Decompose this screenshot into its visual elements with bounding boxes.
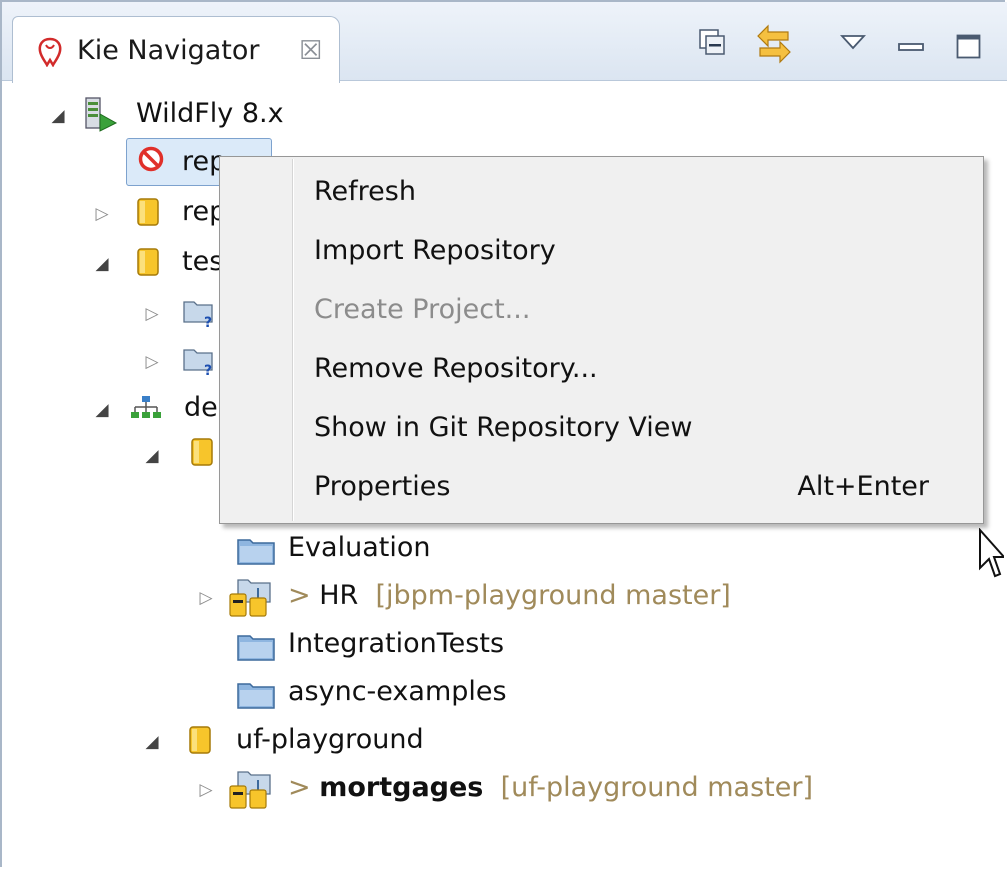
- label-spacer: [358, 580, 375, 611]
- collapsed-arrow-icon[interactable]: ▷: [196, 780, 216, 800]
- tree-item-evaluation[interactable]: Evaluation: [0, 526, 500, 574]
- menu-item-import-repository[interactable]: Import Repository: [222, 222, 979, 280]
- project-label: async-examples: [288, 676, 507, 707]
- kie-logo-icon: [37, 37, 63, 68]
- view-header: Kie Navigator ☒: [2, 2, 1007, 83]
- collapsed-arrow-icon[interactable]: ▷: [142, 304, 162, 324]
- repo-label: uf-playground: [236, 724, 424, 755]
- mouse-pointer-icon: [978, 527, 1007, 584]
- view-menu-icon[interactable]: [839, 34, 867, 54]
- repository-icon: [188, 724, 212, 760]
- menu-item-remove-repository[interactable]: Remove Repository...: [222, 340, 979, 398]
- collapsed-arrow-icon[interactable]: ▷: [196, 588, 216, 608]
- tree-item-integration-tests[interactable]: IntegrationTests: [0, 622, 600, 670]
- menu-item-properties[interactable]: Properties Alt+Enter: [222, 458, 979, 516]
- menu-item-label: Show in Git Repository View: [314, 412, 693, 443]
- project-name: HR: [319, 580, 359, 611]
- menu-item-refresh[interactable]: Refresh: [222, 163, 979, 221]
- maximize-icon[interactable]: [956, 34, 982, 64]
- tree-item-async-examples[interactable]: async-examples: [0, 670, 600, 718]
- tree-item-mortgages[interactable]: ▷ > mortgages [uf-playground master]: [0, 766, 900, 814]
- menu-item-label: Create Project...: [314, 294, 531, 325]
- svg-text:?: ?: [204, 315, 212, 328]
- project-folder-icon: [236, 534, 276, 570]
- mortgages-label: > mortgages [uf-playground master]: [288, 772, 813, 803]
- expanded-arrow-icon[interactable]: ◢: [92, 400, 112, 420]
- project-label: Evaluation: [288, 532, 431, 563]
- hr-label: > HR [jbpm-playground master]: [288, 580, 731, 611]
- unknown-project-icon: ?: [182, 342, 216, 380]
- tree-item-organization[interactable]: ◢ de: [0, 386, 240, 434]
- minimize-icon[interactable]: [898, 38, 924, 57]
- menu-item-label: Properties: [314, 471, 451, 502]
- server-label: WildFly 8.x: [136, 98, 284, 129]
- error-icon: [138, 146, 164, 176]
- project-folder-icon: [236, 678, 276, 714]
- tab-kie-navigator[interactable]: Kie Navigator ☒: [12, 16, 340, 83]
- tree-item-server[interactable]: ◢ WildFly 8.x: [0, 92, 400, 140]
- close-icon[interactable]: ☒: [299, 36, 322, 66]
- menu-item-label: Refresh: [314, 176, 416, 207]
- menu-item-shortcut: Alt+Enter: [797, 471, 929, 502]
- menu-item-label: Import Repository: [314, 235, 556, 266]
- context-menu: Refresh Import Repository Create Project…: [219, 156, 984, 524]
- project-folder-icon: [236, 630, 276, 666]
- tab-title: Kie Navigator: [77, 35, 260, 66]
- collapsed-arrow-icon[interactable]: ▷: [92, 204, 112, 224]
- tree-item-hr[interactable]: ▷ > HR [jbpm-playground master]: [0, 574, 800, 622]
- git-dirty-marker: >: [288, 772, 320, 803]
- git-branch-decoration: [jbpm-playground master]: [375, 580, 731, 611]
- menu-item-label: Remove Repository...: [314, 353, 598, 384]
- expanded-arrow-icon[interactable]: ◢: [142, 732, 162, 752]
- tree-item-repo-child[interactable]: ◢: [0, 432, 240, 480]
- git-branch-decoration: [uf-playground master]: [500, 772, 814, 803]
- menu-item-show-in-git-repository-view[interactable]: Show in Git Repository View: [222, 399, 979, 457]
- repository-icon: [136, 246, 160, 282]
- git-dirty-marker: >: [288, 580, 320, 611]
- collapsed-arrow-icon[interactable]: ▷: [142, 352, 162, 372]
- collapse-all-icon[interactable]: [698, 28, 726, 60]
- server-icon: [84, 96, 118, 136]
- svg-text:?: ?: [204, 363, 212, 376]
- expanded-arrow-icon[interactable]: ◢: [142, 446, 162, 466]
- link-with-editor-icon[interactable]: [754, 22, 794, 70]
- project-label: IntegrationTests: [288, 628, 505, 659]
- repo-label: tes: [182, 246, 224, 277]
- unknown-project-icon: ?: [182, 294, 216, 332]
- tree-item-unknown-project[interactable]: ▷ ?: [0, 338, 240, 386]
- organization-label: de: [184, 392, 218, 423]
- label-spacer: [483, 772, 500, 803]
- tree-item-uf-playground[interactable]: ◢ uf-playground: [0, 718, 600, 766]
- repository-icon: [136, 196, 160, 232]
- organization-icon: [130, 394, 162, 426]
- project-name: mortgages: [319, 772, 484, 803]
- expanded-arrow-icon[interactable]: ◢: [92, 254, 112, 274]
- git-project-icon: [228, 768, 274, 814]
- tree-item-unknown-project[interactable]: ▷ ?: [0, 290, 240, 338]
- repository-icon: [190, 436, 214, 472]
- git-project-icon: [228, 576, 274, 622]
- expanded-arrow-icon[interactable]: ◢: [48, 106, 68, 126]
- menu-item-create-project: Create Project...: [222, 281, 979, 339]
